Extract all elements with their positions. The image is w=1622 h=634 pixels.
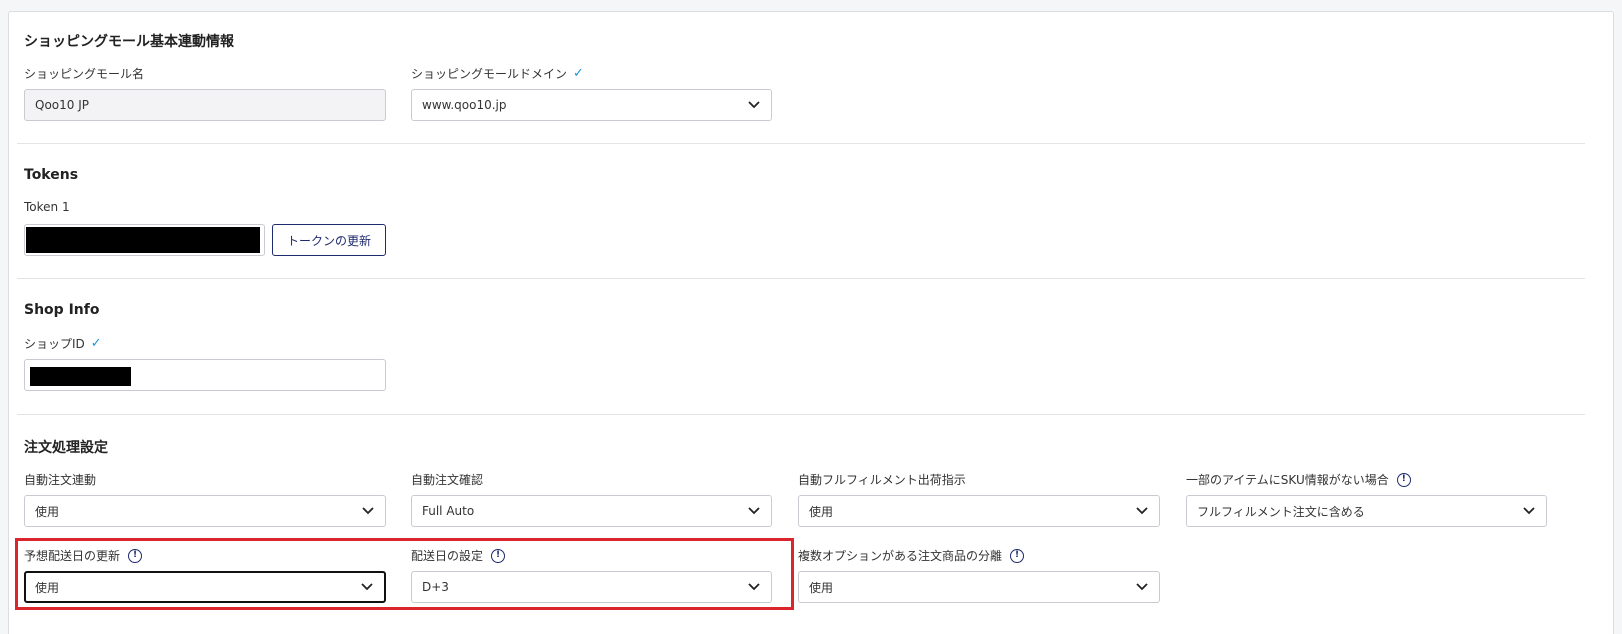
split-multi-option-select[interactable]: 使用 bbox=[798, 571, 1160, 603]
chevron-down-icon bbox=[1136, 583, 1148, 591]
info-icon[interactable]: ! bbox=[1396, 472, 1411, 487]
shop-id-field[interactable] bbox=[24, 359, 386, 391]
auto-fulfillment-label: 自動フルフィルメント出荷指示 bbox=[798, 473, 966, 487]
section-title-order-settings: 注文処理設定 bbox=[24, 440, 108, 456]
redacted-block bbox=[26, 227, 260, 253]
auto-order-confirm-select[interactable]: Full Auto bbox=[411, 495, 772, 527]
shop-id-label: ショップID ✓ bbox=[24, 336, 102, 351]
refresh-token-button[interactable]: トークンの更新 bbox=[272, 224, 386, 256]
mall-name-field: Qoo10 JP bbox=[24, 89, 386, 121]
mall-domain-select[interactable]: www.qoo10.jp bbox=[411, 89, 772, 121]
auto-order-sync-label: 自動注文連動 bbox=[24, 473, 97, 487]
chevron-down-icon bbox=[748, 507, 760, 515]
chevron-down-icon bbox=[748, 101, 760, 109]
missing-sku-select[interactable]: フルフィルメント注文に含める bbox=[1186, 495, 1547, 527]
divider bbox=[17, 278, 1585, 279]
check-icon: ✓ bbox=[573, 66, 584, 81]
divider bbox=[17, 143, 1585, 144]
mall-domain-label: ショッピングモールドメイン ✓ bbox=[411, 66, 584, 81]
chevron-down-icon bbox=[362, 507, 374, 515]
token1-label: Token 1 bbox=[24, 200, 70, 214]
section-title-tokens: Tokens bbox=[24, 167, 79, 183]
auto-order-confirm-label: 自動注文確認 bbox=[411, 473, 484, 487]
missing-sku-label: 一部のアイテムにSKU情報がない場合 ! bbox=[1186, 471, 1411, 488]
auto-order-sync-select[interactable]: 使用 bbox=[24, 495, 386, 527]
check-icon: ✓ bbox=[90, 336, 102, 351]
highlight-box bbox=[15, 538, 794, 610]
mall-name-label: ショッピングモール名 bbox=[24, 67, 145, 81]
token1-field[interactable] bbox=[24, 224, 265, 256]
chevron-down-icon bbox=[1523, 507, 1535, 515]
chevron-down-icon bbox=[1136, 507, 1148, 515]
info-icon[interactable]: ! bbox=[1010, 548, 1025, 563]
section-title-shop-info: Shop Info bbox=[24, 302, 100, 318]
split-multi-option-label: 複数オプションがある注文商品の分離 ! bbox=[798, 547, 1025, 564]
section-title-mall-basic: ショッピングモール基本連動情報 bbox=[24, 34, 234, 50]
auto-fulfillment-select[interactable]: 使用 bbox=[798, 495, 1160, 527]
redacted-block bbox=[30, 367, 131, 386]
divider bbox=[17, 414, 1585, 415]
